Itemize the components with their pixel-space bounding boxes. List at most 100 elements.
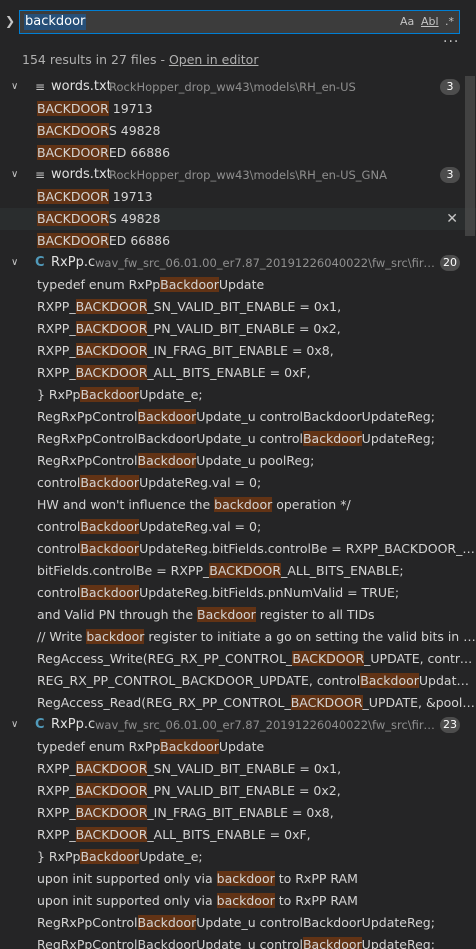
match-line[interactable]: } RxPpBackdoorUpdate_e;	[0, 846, 476, 868]
match-prefix: RXPP_	[37, 805, 76, 820]
match-highlight: BACKDOOR	[75, 365, 148, 380]
match-highlight: Backdoor	[160, 739, 219, 754]
search-query[interactable]: backdoor	[24, 14, 87, 30]
match-suffix: UpdateReg.val = 0;	[139, 519, 262, 534]
match-line[interactable]: RXPP_BACKDOOR_ALL_BITS_ENABLE = 0xF,	[0, 362, 476, 384]
match-line[interactable]: BACKDOORS 49828 ✕	[0, 208, 476, 230]
match-line[interactable]: RegRxPpControlBackdoorUpdate_u controlBa…	[0, 406, 476, 428]
match-line[interactable]: RegRxPpControlBackdoorUpdate_u poolReg;	[0, 450, 476, 472]
match-prefix: control	[37, 585, 81, 600]
file-header[interactable]: ∨ ≡ words.txt RockHopper_drop_ww43\models\R…	[0, 164, 476, 186]
match-highlight: BACKDOOR	[37, 211, 109, 226]
whole-word-icon[interactable]: Abl	[421, 14, 439, 30]
match-highlight: Backdoor	[80, 519, 140, 534]
match-line[interactable]: bitFields.controlBe = RXPP_BACKDOOR_ALL_…	[0, 560, 476, 582]
file-header[interactable]: ∨ C RxPp.c wav_fw_src_06.01.00_er7.87_20191…	[0, 714, 476, 736]
match-line[interactable]: BACKDOORS 49828	[0, 120, 476, 142]
match-line[interactable]: } RxPpBackdoorUpdate_e;	[0, 384, 476, 406]
close-icon[interactable]: ✕	[446, 208, 458, 230]
match-line[interactable]: RXPP_BACKDOOR_SN_VALID_BIT_ENABLE = 0x1,	[0, 758, 476, 780]
match-suffix: _IN_FRAG_BIT_ENABLE = 0x8,	[147, 805, 334, 820]
match-prefix: RXPP_	[37, 299, 76, 314]
match-line[interactable]: BACKDOORED 66886	[0, 230, 476, 252]
match-line[interactable]: RXPP_BACKDOOR_PN_VALID_BIT_ENABLE = 0x2,	[0, 780, 476, 802]
match-line[interactable]: RegRxPpControlBackdoorUpdate_u controlBa…	[0, 428, 476, 450]
match-highlight: backdoor	[86, 629, 145, 644]
match-prefix: // Write	[37, 629, 87, 644]
chevron-right-icon[interactable]: ❯	[5, 14, 15, 28]
match-prefix: upon init supported only via	[37, 893, 217, 908]
c-file-icon: C	[35, 255, 45, 270]
match-line[interactable]: BACKDOOR 19713	[0, 186, 476, 208]
search-input[interactable]: backdoor Aa Abl .*	[19, 10, 460, 34]
file-header[interactable]: ∨ C RxPp.c wav_fw_src_06.01.00_er7.87_20191…	[0, 252, 476, 274]
more-icon[interactable]: ···	[443, 34, 459, 50]
match-line[interactable]: RXPP_BACKDOOR_ALL_BITS_ENABLE = 0xF,	[0, 824, 476, 846]
match-prefix: RXPP_	[37, 321, 76, 336]
match-prefix: typedef enum RxPp	[37, 277, 161, 292]
match-suffix: Update_e;	[139, 387, 203, 402]
match-line[interactable]: RXPP_BACKDOOR_IN_FRAG_BIT_ENABLE = 0x8,	[0, 340, 476, 362]
file-header[interactable]: ∨ ≡ words.txt RockHopper_drop_ww43\models\R…	[0, 76, 476, 98]
match-line[interactable]: REG_RX_PP_CONTROL_BACKDOOR_UPDATE, contr…	[0, 670, 476, 692]
match-line[interactable]: controlBackdoorUpdateReg.val = 0;	[0, 472, 476, 494]
match-line[interactable]: RegRxPpControlBackdoorUpdate_u controlBa…	[0, 912, 476, 934]
match-line[interactable]: typedef enum RxPpBackdoorUpdate	[0, 274, 476, 296]
match-suffix: to RxPP RAM	[274, 871, 358, 886]
match-highlight: backdoor	[214, 497, 273, 512]
match-suffix: _SN_VALID_BIT_ENABLE = 0x1,	[147, 299, 342, 314]
match-line[interactable]: RegRxPpControlBackdoorUpdate_u controlBa…	[0, 934, 476, 949]
text-file-icon: ≡	[35, 168, 46, 182]
match-line[interactable]: typedef enum RxPpBackdoorUpdate	[0, 736, 476, 758]
match-line[interactable]: RXPP_BACKDOOR_SN_VALID_BIT_ENABLE = 0x1,	[0, 296, 476, 318]
search-row: ❯ backdoor Aa Abl .* ···	[0, 0, 476, 50]
match-count-badge: 3	[440, 79, 460, 95]
match-line[interactable]: controlBackdoorUpdateReg.bitFields.pnNum…	[0, 582, 476, 604]
match-prefix: RXPP_	[37, 827, 76, 842]
match-prefix: upon init supported only via	[37, 871, 217, 886]
match-highlight: BACKDOOR	[75, 827, 148, 842]
match-highlight: Backdoor	[137, 453, 197, 468]
match-line[interactable]: // Write backdoor register to initiate a…	[0, 626, 476, 648]
chevron-down-icon[interactable]: ∨	[11, 714, 18, 736]
match-line[interactable]: controlBackdoorUpdateReg.val = 0;	[0, 516, 476, 538]
match-suffix: UpdateReg.val = 0;	[139, 475, 262, 490]
chevron-down-icon[interactable]: ∨	[11, 76, 18, 98]
match-line[interactable]: upon init supported only via backdoor to…	[0, 890, 476, 912]
match-suffix: UpdateReg;	[361, 937, 435, 949]
match-line[interactable]: and Valid PN through the Backdoor regist…	[0, 604, 476, 626]
match-highlight: BACKDOOR	[75, 805, 148, 820]
chevron-down-icon[interactable]: ∨	[11, 252, 18, 274]
match-prefix: RegAccess_Write(REG_RX_PP_CONTROL_	[37, 651, 293, 666]
match-suffix: _IN_FRAG_BIT_ENABLE = 0x8,	[147, 343, 334, 358]
match-case-icon[interactable]: Aa	[400, 14, 414, 30]
match-highlight: Backdoor	[302, 431, 362, 446]
match-line[interactable]: RXPP_BACKDOOR_IN_FRAG_BIT_ENABLE = 0x8,	[0, 802, 476, 824]
match-line[interactable]: HW and won't influence the backdoor oper…	[0, 494, 476, 516]
match-prefix: RXPP_	[37, 761, 76, 776]
match-line[interactable]: BACKDOORED 66886	[0, 142, 476, 164]
match-line[interactable]: RegAccess_Write(REG_RX_PP_CONTROL_BACKDO…	[0, 648, 476, 670]
match-highlight: BACKDOOR	[290, 695, 363, 710]
match-line[interactable]: BACKDOOR 19713	[0, 98, 476, 120]
match-suffix: S 49828	[108, 211, 161, 226]
open-in-editor-link[interactable]: Open in editor	[169, 52, 259, 67]
match-highlight: Backdoor	[137, 915, 197, 930]
scrollbar[interactable]	[465, 76, 475, 236]
regex-icon[interactable]: .*	[445, 14, 454, 30]
match-line[interactable]: RegAccess_Read(REG_RX_PP_CONTROL_BACKDOO…	[0, 692, 476, 714]
match-prefix: RegRxPpControl	[37, 409, 138, 424]
chevron-down-icon[interactable]: ∨	[11, 164, 18, 186]
match-highlight: BACKDOOR	[292, 651, 365, 666]
match-line[interactable]: controlBackdoorUpdateReg.bitFields.contr…	[0, 538, 476, 560]
match-suffix: UpdateReg;	[361, 431, 435, 446]
match-highlight: BACKDOOR	[37, 145, 109, 160]
match-prefix: typedef enum RxPp	[37, 739, 161, 754]
match-prefix: RegRxPpControlBackdoorUpdate_u control	[37, 937, 303, 949]
match-line[interactable]: upon init supported only via backdoor to…	[0, 868, 476, 890]
match-line[interactable]: RXPP_BACKDOOR_PN_VALID_BIT_ENABLE = 0x2,	[0, 318, 476, 340]
match-suffix: _PN_VALID_BIT_ENABLE = 0x2,	[147, 783, 341, 798]
match-suffix: UpdateReg.bitFields.pnNumValid = TRUE;	[139, 585, 400, 600]
match-highlight: Backdoor	[302, 937, 362, 949]
match-highlight: BACKDOOR	[75, 783, 148, 798]
